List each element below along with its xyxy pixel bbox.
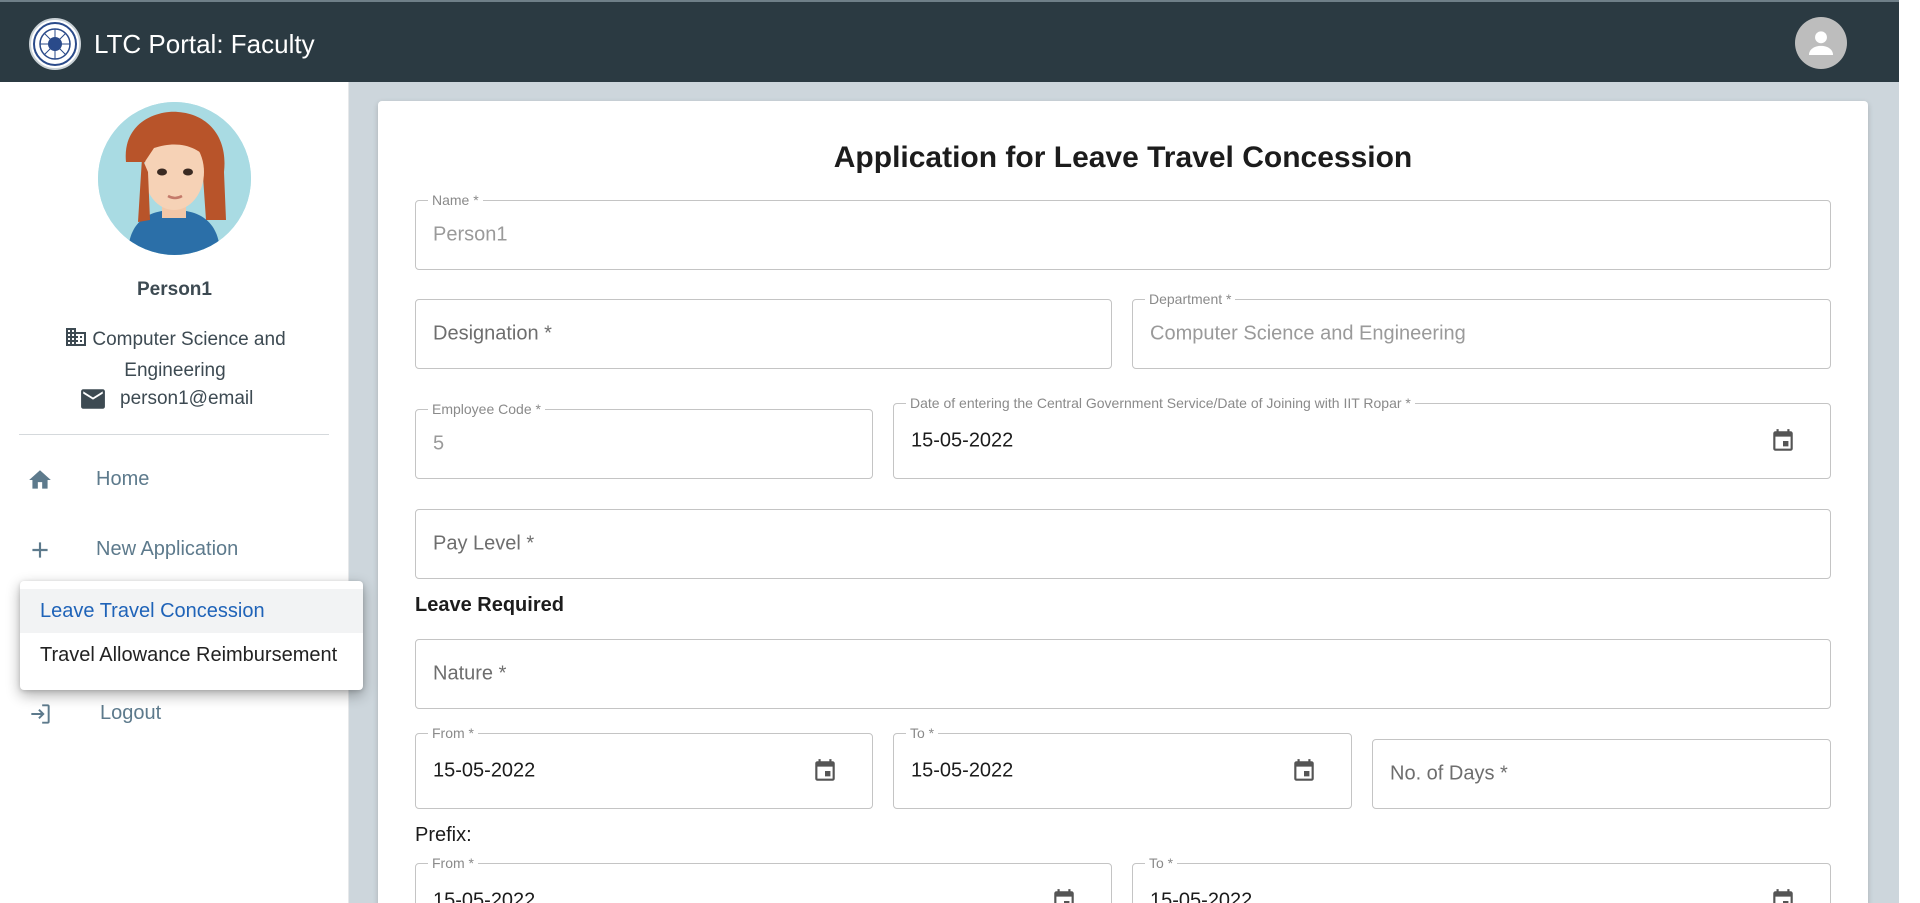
- building-icon: [66, 328, 87, 346]
- leave-required-heading: Leave Required: [415, 594, 564, 616]
- calendar-icon[interactable]: [1291, 758, 1317, 784]
- department-field[interactable]: Department * Computer Science and Engine…: [1132, 291, 1831, 369]
- mail-icon: [81, 389, 105, 409]
- plus-icon: [32, 542, 48, 558]
- leave-from-value: 15-05-2022: [433, 759, 536, 782]
- department-text: Computer Science and Engineering: [92, 329, 286, 381]
- leave-from-label: From *: [428, 725, 478, 741]
- name-field[interactable]: Name * Person1: [415, 192, 1831, 270]
- calendar-icon[interactable]: [1770, 888, 1796, 903]
- nature-field[interactable]: Nature *: [415, 639, 1831, 709]
- sidebar-item-label: Logout: [100, 702, 162, 724]
- calendar-icon[interactable]: [1770, 428, 1796, 454]
- form-title: Application for Leave Travel Concession: [833, 141, 1413, 174]
- sidebar-item-label: Home: [96, 468, 150, 490]
- profile-email: person1@email: [80, 388, 253, 410]
- no-of-days-placeholder: No. of Days *: [1390, 762, 1508, 785]
- sidebar-item-logout[interactable]: Logout: [0, 686, 349, 742]
- profile-department: Computer Science and Engineering: [40, 324, 310, 386]
- prefix-from-value: 15-05-2022: [433, 889, 536, 903]
- leave-from-field[interactable]: From * 15-05-2022: [415, 725, 873, 809]
- home-icon: [29, 470, 51, 489]
- app-bar: LTC Portal: Faculty: [0, 0, 1899, 82]
- sidebar-item-new-application[interactable]: New Application: [0, 522, 349, 578]
- employee-code-value: 5: [433, 432, 445, 455]
- logout-icon: [31, 704, 50, 724]
- designation-field[interactable]: Designation *: [415, 299, 1112, 369]
- employee-code-field[interactable]: Employee Code * 5: [415, 401, 873, 479]
- pay-level-field[interactable]: Pay Level *: [415, 509, 1831, 579]
- calendar-icon[interactable]: [812, 758, 838, 784]
- window-scrollbar[interactable]: [1899, 0, 1920, 903]
- leave-to-label: To *: [906, 725, 939, 741]
- prefix-to-field[interactable]: To * 15-05-2022: [1132, 855, 1831, 903]
- institute-logo: [29, 18, 81, 70]
- designation-placeholder: Designation *: [433, 322, 552, 345]
- nature-placeholder: Nature *: [433, 662, 507, 685]
- department-field-value: Computer Science and Engineering: [1150, 322, 1466, 345]
- prefix-from-field[interactable]: From * 15-05-2022: [415, 855, 1112, 903]
- profile-name: Person1: [137, 279, 212, 300]
- avatar: [98, 102, 251, 255]
- sidebar-divider: [19, 434, 329, 435]
- joining-date-label: Date of entering the Central Government …: [906, 395, 1415, 411]
- employee-code-label: Employee Code *: [428, 401, 545, 417]
- application-form-card: Application for Leave Travel Concession …: [378, 101, 1868, 903]
- new-application-menu: Leave Travel Concession Travel Allowance…: [20, 581, 363, 690]
- name-field-label: Name *: [428, 192, 483, 208]
- app-title: LTC Portal: Faculty: [94, 29, 315, 59]
- calendar-icon[interactable]: [1051, 888, 1077, 903]
- joining-date-value: 15-05-2022: [911, 429, 1014, 452]
- pay-level-placeholder: Pay Level *: [433, 532, 535, 555]
- sidebar-item-label: New Application: [96, 538, 239, 560]
- leave-to-field[interactable]: To * 15-05-2022: [893, 725, 1352, 809]
- main-content: Application for Leave Travel Concession …: [349, 82, 1899, 903]
- name-field-value: Person1: [433, 223, 508, 246]
- menu-item-travel-allowance-reimbursement[interactable]: Travel Allowance Reimbursement: [20, 633, 363, 677]
- account-circle-icon: [1808, 31, 1834, 56]
- prefix-heading: Prefix:: [415, 824, 472, 846]
- leave-to-value: 15-05-2022: [911, 759, 1014, 782]
- no-of-days-field[interactable]: No. of Days *: [1372, 739, 1831, 809]
- prefix-to-label: To *: [1145, 855, 1178, 871]
- sidebar-item-home[interactable]: Home: [0, 452, 349, 508]
- department-field-label: Department *: [1145, 291, 1236, 307]
- joining-date-field[interactable]: Date of entering the Central Government …: [893, 395, 1831, 479]
- email-text: person1@email: [120, 388, 254, 409]
- account-button[interactable]: [1795, 17, 1847, 69]
- prefix-from-label: From *: [428, 855, 478, 871]
- menu-item-leave-travel-concession[interactable]: Leave Travel Concession: [20, 589, 363, 633]
- prefix-to-value: 15-05-2022: [1150, 889, 1253, 903]
- sidebar: Person1 Computer Science and Engineering…: [0, 82, 349, 903]
